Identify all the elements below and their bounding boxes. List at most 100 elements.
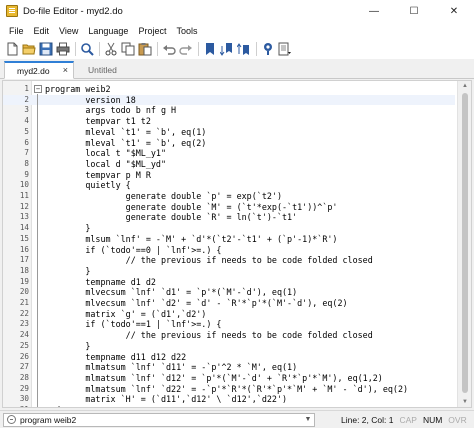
line-number: 11 bbox=[19, 191, 29, 200]
code-line[interactable]: 5 mleval `t1' = `b', eq(1) bbox=[3, 127, 455, 138]
line-number: 12 bbox=[19, 201, 29, 211]
code-text: program weib2 bbox=[45, 84, 111, 94]
redo-icon[interactable] bbox=[178, 41, 194, 57]
tab-bar: myd2.do × Untitled bbox=[0, 59, 474, 79]
fold-toggle-icon[interactable]: − bbox=[34, 85, 42, 93]
copy-icon[interactable] bbox=[120, 41, 136, 57]
title-bar: Do-file Editor - myd2.do — ☐ ✕ bbox=[0, 0, 474, 22]
tab-myd2-do[interactable]: myd2.do × bbox=[4, 61, 74, 79]
code-text: mlsum `lnf' = -`M' + `d'*(`t2'-`t1' + (`… bbox=[45, 233, 338, 244]
minimize-button[interactable]: — bbox=[354, 0, 394, 22]
bookmark-prev-icon[interactable] bbox=[236, 41, 252, 57]
print-icon[interactable] bbox=[55, 41, 71, 57]
code-text: mlvecsum `lnf' `d2' = `d' - `R'*`p'*(`M'… bbox=[45, 298, 348, 308]
menu-edit[interactable]: Edit bbox=[29, 26, 55, 36]
caps-lock-indicator: CAP bbox=[399, 414, 417, 425]
line-number: 18 bbox=[19, 265, 29, 275]
menu-view[interactable]: View bbox=[54, 26, 83, 36]
code-line[interactable]: 24 // the previous if needs to be code f… bbox=[3, 330, 455, 341]
line-number: 21 bbox=[19, 298, 29, 307]
open-folder-icon[interactable] bbox=[21, 41, 37, 57]
code-text: mleval `t1' = `b', eq(1) bbox=[45, 126, 207, 137]
undo-icon[interactable] bbox=[161, 41, 177, 57]
code-line[interactable]: 3 args todo b nf g H bbox=[3, 105, 455, 116]
toolbar-separator bbox=[198, 42, 199, 56]
menu-project[interactable]: Project bbox=[133, 26, 171, 36]
cut-icon[interactable] bbox=[103, 41, 119, 57]
code-text: mlmatsum `lnf' `d11' = -`p'^2 * `M', eq(… bbox=[45, 362, 298, 373]
code-text: matrix `g' = (`d1',`d2') bbox=[45, 308, 207, 319]
line-number: 13 bbox=[19, 212, 29, 222]
code-text: version 18 bbox=[45, 94, 136, 105]
line-number: 24 bbox=[19, 330, 29, 340]
code-line[interactable]: 7 local t "$ML_y1" bbox=[3, 148, 455, 159]
code-line[interactable]: 30 matrix `H' = (`d11',`d12' \ `d12',`d2… bbox=[3, 394, 455, 405]
code-text: if (`todo'==1 | `lnf'>=.) { bbox=[45, 319, 222, 330]
cursor-position: Line: 2, Col: 1 bbox=[341, 414, 394, 425]
bookmark-next-icon[interactable] bbox=[219, 41, 235, 57]
vertical-scrollbar[interactable]: ▲ ▼ bbox=[457, 81, 471, 407]
tab-untitled[interactable]: Untitled bbox=[76, 61, 156, 79]
code-line[interactable]: 20 mlvecsum `lnf' `d1' = `p'*(`M'-`d'), … bbox=[3, 287, 455, 298]
code-line[interactable]: 10 quietly { bbox=[3, 180, 455, 191]
line-number: 31 bbox=[3, 405, 29, 407]
scroll-thumb[interactable] bbox=[462, 93, 468, 393]
bookmark-toggle-icon[interactable] bbox=[202, 41, 218, 57]
code-line[interactable]: 28 mlmatsum `lnf' `d12' = `p'*(`M'-`d' +… bbox=[3, 373, 455, 384]
navigator-value: program weib2 bbox=[20, 414, 77, 425]
code-line[interactable]: 25 } bbox=[3, 341, 455, 352]
line-number: 29 bbox=[19, 383, 29, 393]
code-line[interactable]: 29 mlmatsum `lnf' `d22' = -`p'*`R'*(`R'*… bbox=[3, 384, 455, 395]
menu-file[interactable]: File bbox=[4, 26, 29, 36]
code-line[interactable]: 31 end bbox=[3, 405, 455, 407]
code-line[interactable]: 12 generate double `M' = (`t'*exp(-`t1')… bbox=[3, 202, 455, 213]
menu-tools[interactable]: Tools bbox=[171, 26, 202, 36]
code-text: // the previous if needs to be code fold… bbox=[45, 330, 373, 341]
show-file-icon[interactable] bbox=[260, 41, 276, 57]
tab-close-icon[interactable]: × bbox=[63, 65, 68, 75]
scroll-up-arrow-icon[interactable]: ▲ bbox=[458, 81, 471, 91]
execute-icon[interactable] bbox=[277, 41, 293, 57]
code-line[interactable]: 6 mleval `t1' = `b', eq(2) bbox=[3, 138, 455, 149]
line-number: 14 bbox=[19, 223, 29, 233]
close-button[interactable]: ✕ bbox=[434, 0, 474, 22]
code-editor[interactable]: 1 program weib2−2 version 18 3 args todo b… bbox=[2, 80, 472, 408]
code-line[interactable]: 11 generate double `p' = exp(`t2') bbox=[3, 191, 455, 202]
code-line[interactable]: 22 matrix `g' = (`d1',`d2') bbox=[3, 309, 455, 320]
maximize-button[interactable]: ☐ bbox=[394, 0, 434, 22]
line-number: 6 bbox=[24, 137, 29, 147]
code-line[interactable]: 16 if (`todo'==0 | `lnf'>=.) { bbox=[3, 245, 455, 256]
code-text: matrix `H' = (`d11',`d12' \ `d12',`d22') bbox=[45, 394, 288, 405]
scroll-down-arrow-icon[interactable]: ▼ bbox=[458, 397, 471, 407]
code-text: tempvar t1 t2 bbox=[45, 116, 151, 127]
save-icon[interactable] bbox=[38, 41, 54, 57]
code-line[interactable]: 14 } bbox=[3, 223, 455, 234]
paste-icon[interactable] bbox=[137, 41, 153, 57]
menu-language[interactable]: Language bbox=[83, 26, 133, 36]
code-line[interactable]: 21 mlvecsum `lnf' `d2' = `d' - `R'*`p'*(… bbox=[3, 298, 455, 309]
code-line[interactable]: 19 tempname d1 d2 bbox=[3, 277, 455, 288]
code-line[interactable]: 17 // the previous if needs to be code f… bbox=[3, 255, 455, 266]
code-line[interactable]: 26 tempname d11 d12 d22 bbox=[3, 352, 455, 363]
code-text: // the previous if needs to be code fold… bbox=[45, 255, 373, 266]
chevron-down-icon[interactable]: ▼ bbox=[302, 416, 314, 423]
code-line[interactable]: 13 generate double `R' = ln(`t')-`t1' bbox=[3, 212, 455, 223]
code-line[interactable]: 2 version 18 bbox=[3, 94, 455, 106]
code-line[interactable]: 18 } bbox=[3, 266, 455, 277]
find-icon[interactable] bbox=[79, 41, 95, 57]
line-number: 20 bbox=[19, 287, 29, 297]
code-line[interactable]: 1 program weib2− bbox=[3, 84, 455, 95]
code-line[interactable]: 15 mlsum `lnf' = -`M' + `d'*(`t2'-`t1' +… bbox=[3, 234, 455, 245]
navigator-dropdown[interactable]: program weib2 ▼ bbox=[3, 412, 315, 427]
code-text: end bbox=[45, 405, 60, 407]
code-line[interactable]: 27 mlmatsum `lnf' `d11' = -`p'^2 * `M', … bbox=[3, 362, 455, 373]
code-line[interactable]: 9 tempvar p M R bbox=[3, 170, 455, 181]
code-text: mlmatsum `lnf' `d22' = -`p'*`R'*(`R'*`p'… bbox=[45, 383, 409, 394]
window-title: Do-file Editor - myd2.do bbox=[23, 5, 123, 17]
code-line[interactable]: 23 if (`todo'==1 | `lnf'>=.) { bbox=[3, 319, 455, 330]
tab-label: Untitled bbox=[88, 65, 117, 75]
new-file-icon[interactable] bbox=[4, 41, 20, 57]
code-line[interactable]: 8 local d "$ML_yd" bbox=[3, 159, 455, 170]
line-number: 3 bbox=[24, 105, 29, 115]
code-line[interactable]: 4 tempvar t1 t2 bbox=[3, 116, 455, 127]
